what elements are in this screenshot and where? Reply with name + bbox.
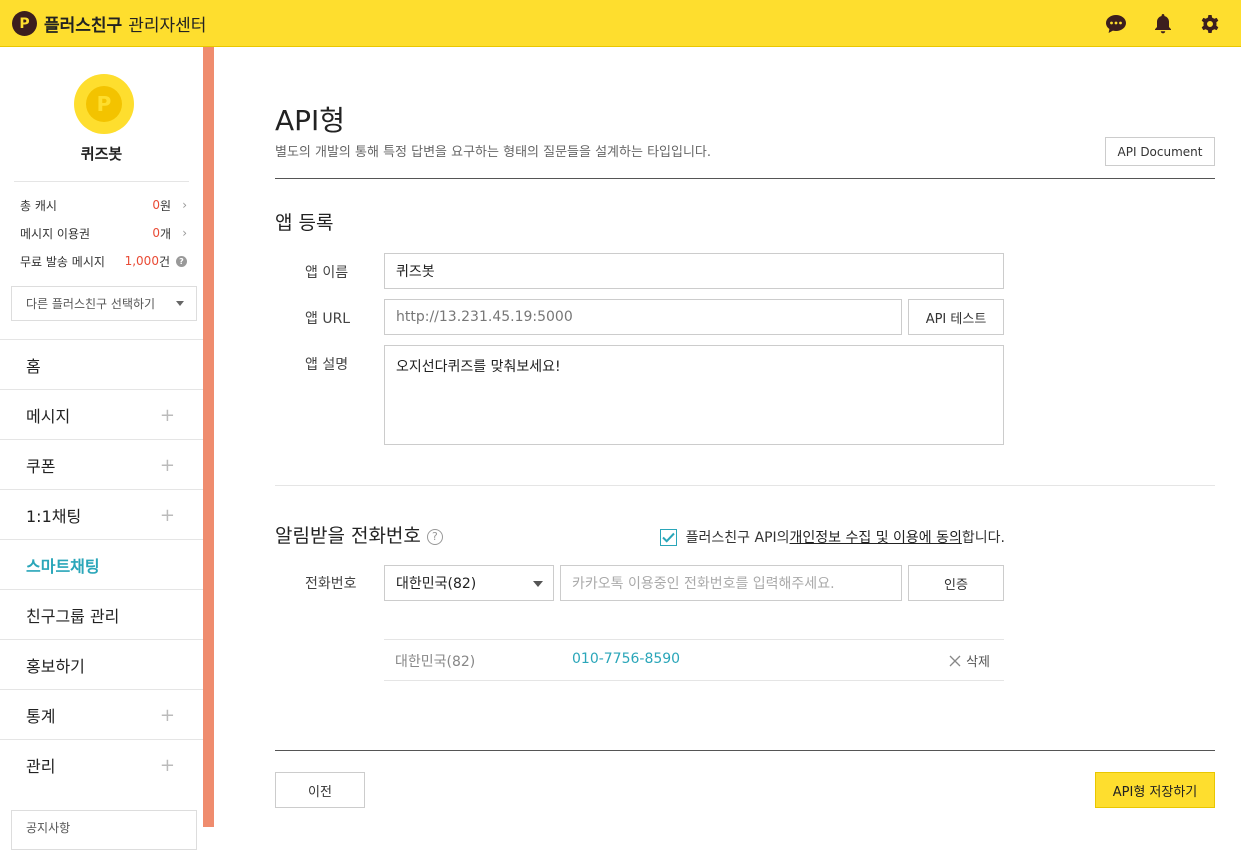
sidebar-item-label: 1:1채팅 [26,506,82,526]
stat-unit: 개 [159,226,171,241]
notice-link[interactable]: 공지사항 [11,810,197,850]
stat-message-voucher[interactable]: 메시지 이용권 0 개 › [20,223,187,243]
chat-icon[interactable] [1102,11,1129,36]
sidebar-item-label: 친구그룹 관리 [26,606,120,626]
plus-icon[interactable]: + [160,705,175,726]
app-name-label: 앱 이름 [305,265,349,281]
sidebar-item-label: 통계 [26,706,56,726]
stat-label: 무료 발송 메시지 [20,254,105,269]
plus-icon[interactable]: + [160,505,175,526]
page-title: API형 [275,104,346,137]
stat-label: 총 캐시 [20,198,57,213]
plus-icon[interactable]: + [160,455,175,476]
caret-down-icon [176,301,184,306]
divider [275,485,1215,486]
agree-prefix: 플러스친구 API의 [685,530,790,546]
brand-title: 플러스친구 [44,16,123,36]
phone-label: 전화번호 [305,576,357,592]
chevron-right-icon: › [182,226,187,240]
sidebar-item-label: 홍보하기 [26,656,85,676]
stat-value: 0 [152,198,160,212]
delete-label: 삭제 [966,655,990,670]
phone-section-title: 알림받을 전화번호? [275,521,443,548]
plus-icon[interactable]: + [160,405,175,426]
stat-value: 1,000 [124,254,159,268]
sidebar-item-manage[interactable]: 관리 + [0,739,203,789]
registered-phone-row: 대한민국(82) 010-7756-8590 삭제 [384,639,1004,681]
agree-checkbox[interactable] [659,528,677,546]
plus-icon[interactable]: + [160,755,175,776]
stat-value: 0 [152,226,160,240]
chevron-right-icon: › [182,198,187,212]
check-icon [661,532,675,543]
profile-name: 퀴즈봇 [80,145,123,163]
app-desc-textarea[interactable]: 오지선다퀴즈를 맞춰보세요! [384,345,1004,445]
registered-number: 010-7756-8590 [572,651,681,667]
app-section-title: 앱 등록 [275,212,334,234]
stat-unit: 원 [159,198,171,213]
registered-country: 대한민국(82) [395,654,476,670]
main-content: API형 별도의 개발의 통해 특정 답변을 요구하는 형태의 질문들을 설계하… [275,47,1215,827]
sidebar-item-label: 관리 [26,756,56,776]
stat-label: 메시지 이용권 [20,226,91,241]
gear-icon[interactable] [1196,11,1223,36]
divider [275,750,1215,751]
help-icon[interactable]: ? [426,528,443,545]
agree-suffix: 합니다. [961,530,1005,546]
page-description: 별도의 개발의 통해 특정 답변을 요구하는 형태의 질문들을 설계하는 타입입… [275,145,712,160]
friend-select-label: 다른 플러스친구 선택하기 [26,297,156,311]
avatar[interactable]: P [74,74,134,134]
phone-section-title-text: 알림받을 전화번호 [275,525,421,547]
prev-button[interactable]: 이전 [275,772,365,808]
plusfriend-logo-icon: P [12,11,37,36]
verify-button[interactable]: 인증 [908,565,1004,601]
close-icon [949,655,961,666]
save-api-button[interactable]: API형 저장하기 [1095,772,1215,808]
phone-input[interactable]: 카카오톡 이용중인 전화번호를 입력해주세요. [560,565,902,601]
stat-free-messages: 무료 발송 메시지 1,000 건 ? [20,251,187,271]
delete-phone-button[interactable]: 삭제 [949,651,990,670]
sidebar-item-label: 홈 [26,356,41,376]
app-desc-label: 앱 설명 [305,357,349,373]
friend-select-dropdown[interactable]: 다른 플러스친구 선택하기 [11,286,197,321]
app-url-label: 앱 URL [305,311,351,327]
sidebar-item-label: 메시지 [26,406,71,426]
logo[interactable]: P 플러스친구 관리자센터 [12,11,206,36]
app-url-input[interactable]: http://13.231.45.19:5000 [384,299,902,335]
sidebar-item-stats[interactable]: 통계 + [0,689,203,739]
api-test-button[interactable]: API 테스트 [908,299,1004,335]
api-document-button[interactable]: API Document [1105,137,1215,166]
bell-icon[interactable] [1149,11,1176,36]
sidebar-item-friend-group[interactable]: 친구그룹 관리 [0,589,203,639]
sidebar-item-coupon[interactable]: 쿠폰 + [0,439,203,489]
privacy-policy-link[interactable]: 개인정보 수집 및 이용에 동의 [790,527,962,547]
stat-cash[interactable]: 총 캐시 0 원 › [20,195,187,215]
caret-down-icon [533,581,543,587]
sidebar-item-home[interactable]: 홈 [0,339,203,389]
divider [14,181,189,182]
stat-unit: 건 [158,254,170,269]
sidebar-nav: 홈 메시지 + 쿠폰 + 1:1채팅 + 스마트채팅 친구그룹 관리 홍보하기 … [0,339,203,789]
sidebar-item-label: 쿠폰 [26,456,56,476]
sidebar-item-label: 스마트채팅 [26,556,100,576]
country-select[interactable]: 대한민국(82) [384,565,554,601]
plusfriend-avatar-icon: P [86,86,122,122]
top-bar: P 플러스친구 관리자센터 [0,0,1241,47]
country-select-value: 대한민국(82) [396,576,477,592]
brand-subtitle: 관리자센터 [128,16,207,36]
sidebar: P 퀴즈봇 총 캐시 0 원 › 메시지 이용권 0 개 › 무료 발송 메시지… [0,47,203,850]
sidebar-item-smart-chat[interactable]: 스마트채팅 [0,539,203,589]
sidebar-item-promotion[interactable]: 홍보하기 [0,639,203,689]
app-name-input[interactable]: 퀴즈봇 [384,253,1004,289]
sidebar-item-message[interactable]: 메시지 + [0,389,203,439]
sidebar-item-chat[interactable]: 1:1채팅 + [0,489,203,539]
notice-label: 공지사항 [26,821,71,835]
sidebar-edge [203,47,214,827]
divider [275,178,1215,179]
help-icon[interactable]: ? [176,255,187,267]
privacy-agree[interactable]: 플러스친구 API의 개인정보 수집 및 이용에 동의 합니다. [659,527,1005,547]
